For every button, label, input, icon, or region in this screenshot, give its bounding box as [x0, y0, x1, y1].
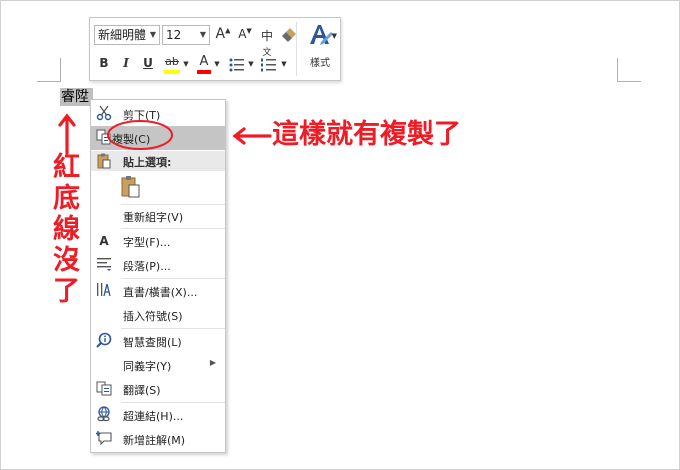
- menu-item-insert-symbol[interactable]: 插入符號(S): [91, 303, 225, 327]
- menu-item-label: 翻譯(S): [123, 384, 161, 397]
- italic-button[interactable]: I: [118, 56, 134, 74]
- bullets-icon: [229, 58, 244, 72]
- menu-item-label: 新增註解(M): [123, 434, 186, 447]
- menu-item-label: 段落(P)...: [123, 260, 171, 273]
- mini-toolbar: 新細明體 ▼ 12 ▼ A▲ A▼ 中文 B I U ab ▼ A ▼ ▼ ▼ …: [89, 17, 341, 81]
- styles-label: 樣式: [310, 58, 330, 69]
- chevron-down-icon: ▼: [149, 30, 156, 39]
- menu-item-label: 直書/橫書(X)...: [123, 286, 198, 299]
- underline-button[interactable]: U: [140, 56, 156, 74]
- copy-highlight-ellipse: [107, 120, 173, 150]
- chevron-down-icon: ▼: [199, 30, 206, 39]
- menu-item-new-comment[interactable]: 新增註解(M): [91, 427, 225, 451]
- paste-keep-text-icon: [121, 176, 140, 198]
- new-comment-icon: [95, 430, 113, 448]
- menu-item-hyperlink[interactable]: 超連結(H)...: [91, 403, 225, 427]
- font-color-icon: A: [199, 54, 209, 69]
- menu-item-label: 智慧查閱(L): [123, 336, 182, 349]
- copy-annotation-text: 這樣就有複製了: [272, 119, 461, 150]
- highlight-dropdown[interactable]: ▼: [182, 60, 190, 68]
- font-size-combo[interactable]: 12 ▼: [162, 25, 210, 45]
- margin-mark-left-v: [60, 58, 61, 82]
- numbering-button[interactable]: [260, 56, 278, 74]
- font-name-value: 新細明體: [98, 28, 147, 42]
- font-icon: A: [99, 234, 109, 248]
- paste-options-header: 貼上選項:: [91, 151, 225, 171]
- numbering-icon: [261, 58, 276, 72]
- bullets-button[interactable]: [228, 56, 246, 74]
- toolbar-separator: [296, 22, 297, 76]
- menu-item-reconvert[interactable]: 重新組字(V): [91, 204, 225, 228]
- menu-item-label: 重新組字(V): [123, 211, 184, 224]
- text-direction-icon: [95, 282, 113, 300]
- menu-item-font[interactable]: A 字型(F)...: [91, 229, 225, 253]
- paste-keep-text-button[interactable]: [119, 175, 145, 201]
- underline-annotation-text: 紅底線沒了: [53, 152, 80, 307]
- font-color-button[interactable]: A: [196, 54, 212, 76]
- menu-item-label: 字型(F)...: [123, 236, 171, 249]
- context-menu: 剪下(T) 複製(C) 貼上選項: 重新組字(V) A 字型(F)... 段落(…: [90, 99, 226, 453]
- margin-mark-right-h: [617, 81, 641, 82]
- styles-icon: [310, 25, 333, 45]
- menu-item-smart-lookup[interactable]: 智慧查閱(L): [91, 329, 225, 353]
- menu-item-text-direction[interactable]: 直書/橫書(X)...: [91, 279, 225, 303]
- menu-item-label: 同義字(Y): [123, 360, 172, 373]
- bullets-dropdown[interactable]: ▼: [247, 60, 255, 68]
- highlight-button[interactable]: ab: [162, 54, 182, 76]
- menu-item-synonyms[interactable]: 同義字(Y) ▶: [91, 353, 225, 377]
- font-size-value: 12: [166, 28, 182, 42]
- shrink-font-button[interactable]: A▼: [236, 27, 254, 45]
- menu-item-label: 插入符號(S): [123, 310, 183, 323]
- paste-options-label: 貼上選項:: [123, 156, 172, 169]
- margin-mark-right-v: [617, 58, 618, 82]
- font-name-combo[interactable]: 新細明體 ▼: [94, 25, 160, 45]
- styles-button[interactable]: ▼ 樣式: [302, 22, 338, 78]
- paragraph-icon: [95, 256, 113, 274]
- menu-item-paragraph[interactable]: 段落(P)...: [91, 253, 225, 277]
- menu-item-label: 超連結(H)...: [123, 410, 184, 423]
- clipboard-icon: [96, 153, 112, 173]
- highlight-icon: ab: [165, 55, 179, 68]
- numbering-dropdown[interactable]: ▼: [280, 60, 288, 68]
- chevron-right-icon: ▶: [209, 358, 216, 367]
- font-color-dropdown[interactable]: ▼: [213, 60, 221, 68]
- highlight-color-bar: [164, 70, 180, 74]
- margin-mark-left-h: [37, 81, 61, 82]
- hyperlink-icon: [95, 406, 113, 424]
- phonetic-guide-button[interactable]: 中文: [257, 27, 277, 58]
- arrow-up-icon: [58, 113, 76, 155]
- font-color-bar: [197, 70, 211, 74]
- grow-font-button[interactable]: A▲: [214, 26, 232, 44]
- bold-button[interactable]: B: [96, 56, 112, 74]
- styles-dropdown: ▼: [331, 32, 337, 40]
- translate-icon: [95, 380, 113, 398]
- smart-lookup-icon: [95, 332, 113, 350]
- arrow-left-icon: [232, 127, 272, 145]
- menu-item-translate[interactable]: 翻譯(S): [91, 377, 225, 401]
- selected-text[interactable]: 睿陞: [60, 88, 93, 106]
